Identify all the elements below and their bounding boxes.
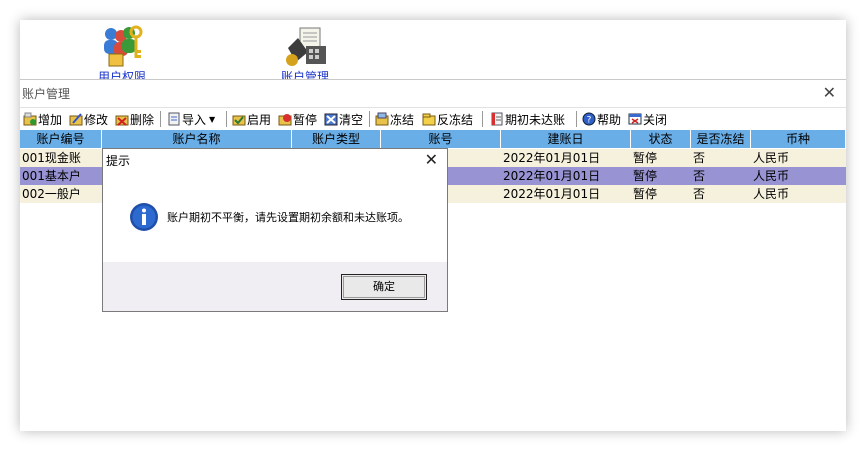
info-icon [130, 203, 158, 231]
column-header-open-date[interactable]: 建账日 [501, 130, 631, 148]
close-window-button[interactable]: 关闭 [628, 110, 667, 128]
import-button[interactable]: 导入 ▼ [167, 110, 215, 128]
panel-close-icon[interactable]: ✕ [823, 83, 836, 102]
pause-icon [278, 114, 292, 126]
enable-button[interactable]: 启用 [232, 110, 271, 128]
edit-button[interactable]: 修改 [69, 110, 108, 128]
column-header-account-type[interactable]: 账户类型 [292, 130, 381, 148]
column-header-status[interactable]: 状态 [631, 130, 691, 148]
column-header-frozen[interactable]: 是否冻结 [691, 130, 751, 148]
column-header-account-code[interactable]: 账户编号 [20, 130, 102, 148]
toolbar-separator [576, 111, 577, 127]
add-button[interactable]: 增加 [23, 110, 62, 128]
account-management-icon [286, 27, 326, 66]
add-icon [23, 112, 37, 126]
alert-dialog: 提示 ✕ 账户期初不平衡，请先设置期初余额和未达账项。 确定 [102, 148, 448, 312]
toolbar-separator [482, 111, 483, 127]
help-icon: ? [582, 112, 596, 126]
column-header-currency[interactable]: 币种 [751, 130, 846, 148]
delete-button[interactable]: 删除 [115, 110, 154, 128]
clear-button[interactable]: 清空 [324, 110, 363, 128]
dialog-message: 账户期初不平衡，请先设置期初余额和未达账项。 [167, 211, 409, 224]
clear-icon [324, 113, 338, 126]
help-button[interactable]: ? 帮助 [582, 110, 621, 128]
opening-balance-icon [491, 112, 503, 126]
toolbar-separator [369, 111, 370, 127]
user-permissions-shortcut[interactable]: 用户权限 [82, 24, 162, 80]
column-header-account-number[interactable]: 账号 [381, 130, 501, 148]
unfreeze-icon [422, 113, 436, 126]
freeze-button[interactable]: 冻结 [375, 110, 414, 128]
panel-title: 账户管理 [22, 87, 71, 101]
unfreeze-button[interactable]: 反冻结 [422, 110, 473, 128]
top-icon-bar: 用户权限 账户管理 [20, 20, 846, 80]
enable-icon [232, 115, 246, 126]
dialog-close-icon[interactable]: ✕ [425, 150, 438, 169]
ok-button[interactable]: 确定 [341, 274, 427, 300]
opening-balance-button[interactable]: 期初未达账 [490, 110, 565, 128]
toolbar-separator [160, 111, 161, 127]
dialog-footer: 确定 [103, 262, 447, 311]
toolbar-separator [226, 111, 227, 127]
dialog-title: 提示 [106, 154, 131, 168]
edit-icon [69, 113, 83, 126]
freeze-icon [375, 112, 389, 126]
close-window-icon [628, 113, 642, 125]
main-window: 用户权限 账户管理 账户管理 ✕ 增加 修改 删除 导入 ▼ 启用 暂停 清空 … [20, 20, 846, 431]
svg-text:?: ? [587, 116, 592, 126]
import-icon [168, 112, 180, 126]
user-permissions-icon [104, 25, 143, 67]
panel-title-bar: 账户管理 ✕ [20, 79, 846, 106]
column-header-account-name[interactable]: 账户名称 [102, 130, 292, 148]
pause-button[interactable]: 暂停 [278, 110, 317, 128]
chevron-down-icon: ▼ [209, 114, 216, 124]
delete-icon [115, 115, 129, 126]
account-management-shortcut[interactable]: 账户管理 [265, 24, 345, 80]
toolbar: 增加 修改 删除 导入 ▼ 启用 暂停 清空 冻结 反冻结 期初未达账 ? 帮助… [20, 107, 846, 130]
